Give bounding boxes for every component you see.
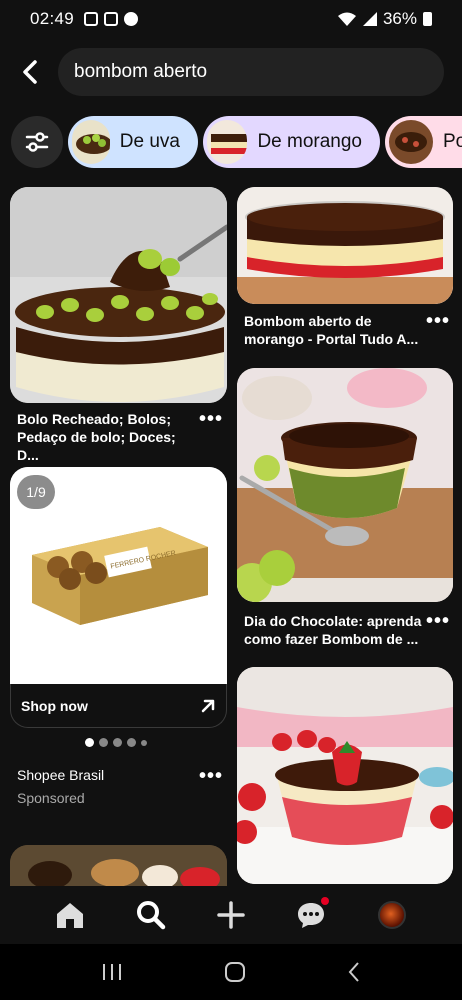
sliders-icon — [25, 132, 49, 152]
shop-now-button[interactable]: Shop now — [10, 684, 227, 728]
home-button-icon[interactable] — [224, 961, 246, 983]
carousel-dot — [99, 738, 108, 747]
bottom-nav — [0, 886, 462, 944]
nav-profile[interactable] — [372, 895, 412, 935]
pin-more-button[interactable]: ••• — [199, 408, 223, 431]
chip-label: De uva — [119, 131, 180, 152]
filter-button[interactable] — [11, 116, 63, 168]
carousel-counter: 1/9 — [17, 475, 55, 509]
pin-caption[interactable]: Dia do Chocolate: aprenda como fazer Bom… — [244, 612, 424, 648]
chip-label: Po — [443, 131, 462, 152]
battery-percent: 36% — [382, 9, 417, 28]
chip-third[interactable]: Po — [385, 116, 462, 168]
advertiser-name[interactable]: Shopee Brasil — [17, 767, 104, 783]
chip-thumbnail — [389, 120, 433, 164]
dnd-icon — [124, 12, 139, 26]
chip-de-morango[interactable]: De morango — [203, 116, 380, 168]
screenshot-icon — [84, 12, 99, 26]
pin-more-button[interactable]: ••• — [426, 310, 450, 333]
pin-image-bolo-recheado[interactable] — [10, 187, 227, 403]
chip-label: De morango — [257, 131, 362, 152]
pin-caption[interactable]: Bombom aberto de morango - Portal Tudo A… — [244, 312, 424, 348]
pin-image-bombom-morango[interactable] — [237, 187, 453, 304]
nav-create[interactable] — [211, 895, 251, 935]
back-nav-icon[interactable] — [347, 961, 361, 983]
chat-bubble-icon — [298, 903, 325, 928]
pin-caption[interactable]: Bolo Recheado; Bolos; Pedaço de bolo; Do… — [17, 410, 197, 464]
system-nav — [0, 944, 462, 1000]
carousel-dot — [141, 739, 147, 746]
status-time: 02:49 — [30, 9, 75, 28]
notification-dot — [321, 897, 330, 905]
status-icons — [84, 12, 139, 26]
carousel-dot-active — [85, 738, 94, 747]
status-bar: 02:49 36% — [0, 0, 462, 38]
ad-more-button[interactable]: ••• — [199, 765, 223, 788]
chip-de-uva[interactable]: De uva — [68, 116, 198, 168]
chip-thumbnail — [72, 120, 110, 164]
plus-icon — [217, 901, 245, 929]
signal-icon — [362, 12, 377, 26]
home-icon — [57, 903, 84, 928]
search-query: bombom aberto — [74, 61, 208, 82]
carousel-dot — [113, 738, 122, 747]
search-icon — [136, 901, 165, 930]
battery-icon — [423, 12, 432, 26]
search-row: bombom aberto — [0, 48, 462, 98]
carousel-dot — [127, 738, 136, 747]
chevron-left-icon — [23, 60, 37, 84]
pin-image-dia-do-chocolate[interactable] — [237, 368, 453, 602]
carousel-indicator[interactable] — [85, 738, 147, 747]
chip-thumbnail — [207, 120, 248, 164]
filter-chips: De uva De morango Po — [0, 114, 462, 170]
arrow-up-right-icon — [201, 699, 215, 712]
wifi-icon — [337, 12, 356, 26]
avatar — [377, 901, 406, 929]
nav-messages[interactable] — [291, 895, 331, 935]
sponsored-label: Sponsored — [17, 790, 85, 806]
notification-icon — [104, 12, 119, 26]
pin-image-partial[interactable] — [10, 845, 227, 886]
nav-search[interactable] — [131, 895, 171, 935]
pin-image-strawberry-cup[interactable] — [237, 667, 453, 884]
shop-now-label: Shop now — [21, 697, 88, 714]
search-input[interactable]: bombom aberto — [58, 48, 444, 96]
back-button[interactable] — [14, 56, 46, 88]
recents-icon[interactable] — [101, 962, 123, 982]
nav-home[interactable] — [50, 895, 90, 935]
pin-more-button[interactable]: ••• — [426, 610, 450, 633]
